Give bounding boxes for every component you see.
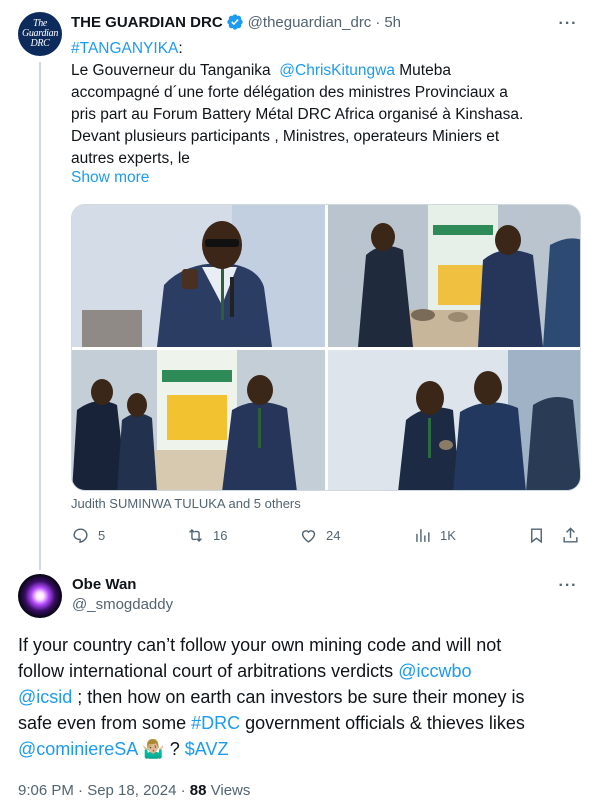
more-options-icon[interactable]: ···: [558, 14, 578, 34]
mention-link[interactable]: @ChrisKitungwa: [279, 62, 395, 79]
like-count: 24: [326, 528, 341, 543]
tagged-users[interactable]: Judith SUMINWA TULUKA and 5 others: [71, 496, 301, 511]
bookmark-button[interactable]: [527, 526, 554, 545]
reply-button[interactable]: 5: [71, 526, 105, 545]
hashtag-link[interactable]: #TANGANYIKA: [71, 40, 178, 57]
avatar[interactable]: [18, 574, 62, 618]
avatar-logo-text: The Guardian DRC: [21, 18, 59, 49]
photo-illustration: [72, 350, 325, 490]
author-name[interactable]: Obe Wan: [72, 576, 173, 593]
author-name[interactable]: THE GUARDIAN DRC: [71, 14, 223, 31]
share-button[interactable]: [561, 526, 588, 545]
text-fragment: :: [178, 40, 183, 57]
photo-illustration: [328, 205, 580, 347]
text-line: pris part au Forum Battery Métal DRC Afr…: [71, 106, 524, 123]
text-fragment: follow international court of arbitratio…: [18, 661, 399, 681]
cashtag-link[interactable]: $AVZ: [185, 739, 229, 759]
post-timestamp[interactable]: 9:06 PM · Sep 18, 2024 ·: [18, 782, 190, 799]
like-button[interactable]: 24: [299, 526, 340, 545]
bookmark-icon: [531, 528, 542, 544]
tweet-header: THE GUARDIAN DRC @theguardian_drc · 5h: [71, 13, 401, 31]
photo-cominiere-stand[interactable]: [72, 350, 325, 490]
more-options-icon[interactable]: ···: [558, 576, 578, 596]
analytics-icon: [416, 529, 430, 542]
text-fragment: ; then how on earth can investors be sur…: [72, 687, 525, 707]
views-button[interactable]: 1K: [413, 526, 456, 545]
hashtag-link[interactable]: #DRC: [191, 713, 240, 733]
reply-icon: [73, 528, 88, 544]
repost-count: 16: [213, 528, 228, 543]
tweet-text: #TANGANYIKA: Le Gouverneur du Tanganika …: [71, 38, 586, 170]
show-more-link[interactable]: Show more: [71, 169, 149, 187]
photo-speaker-at-podium[interactable]: [72, 205, 325, 347]
text-line: accompagné d´une forte délégation des mi…: [71, 84, 508, 101]
text-fragment: safe even from some: [18, 713, 192, 733]
repost-icon: [189, 528, 202, 543]
text-line: Devant plusieurs participants , Ministre…: [71, 128, 500, 145]
tweet-text: If your country can’t follow your own mi…: [18, 632, 588, 762]
separator-dot: ·: [375, 13, 381, 31]
media-grid: [71, 204, 581, 491]
text-fragment: Le Gouverneur du Tanganika: [71, 62, 280, 79]
views-count: 1K: [440, 528, 456, 543]
mention-link[interactable]: @iccwbo: [398, 661, 471, 681]
share-icon: [563, 527, 578, 543]
reply-count: 5: [98, 528, 106, 543]
author-handle[interactable]: @theguardian_drc: [248, 14, 372, 31]
shrug-emoji: 🤷🏼‍♂️ ?: [137, 739, 185, 759]
tweet-header: Obe Wan @_smogdaddy: [72, 576, 173, 613]
avatar[interactable]: The Guardian DRC: [18, 12, 62, 56]
verified-badge-icon: [226, 14, 243, 30]
text-line: autres experts, le: [71, 150, 190, 167]
heart-icon: [301, 530, 316, 543]
repost-button[interactable]: 16: [186, 526, 227, 545]
text-fragment: government officials & thieves likes: [240, 713, 525, 733]
post-time[interactable]: 5h: [384, 14, 401, 31]
action-bar: 5 16 24 1K: [71, 526, 586, 550]
mention-link[interactable]: @icsid: [18, 687, 72, 707]
photo-delegation-viewing-minerals[interactable]: [328, 205, 580, 347]
tweet-guardian-drc[interactable]: The Guardian DRC THE GUARDIAN DRC @thegu…: [0, 0, 600, 565]
views-count: 88: [189, 782, 207, 799]
photo-illustration: [328, 350, 580, 490]
photo-governor-holding-sample[interactable]: [328, 350, 580, 490]
text-line: If your country can’t follow your own mi…: [18, 635, 502, 655]
views-label: Views: [206, 782, 251, 799]
mention-link[interactable]: @cominiereSA: [18, 739, 137, 759]
post-metadata: 9:06 PM · Sep 18, 2024 · 88 Views: [18, 782, 250, 799]
text-fragment: Muteba: [394, 62, 451, 79]
photo-illustration: [72, 205, 325, 347]
author-handle[interactable]: @_smogdaddy: [72, 596, 173, 613]
